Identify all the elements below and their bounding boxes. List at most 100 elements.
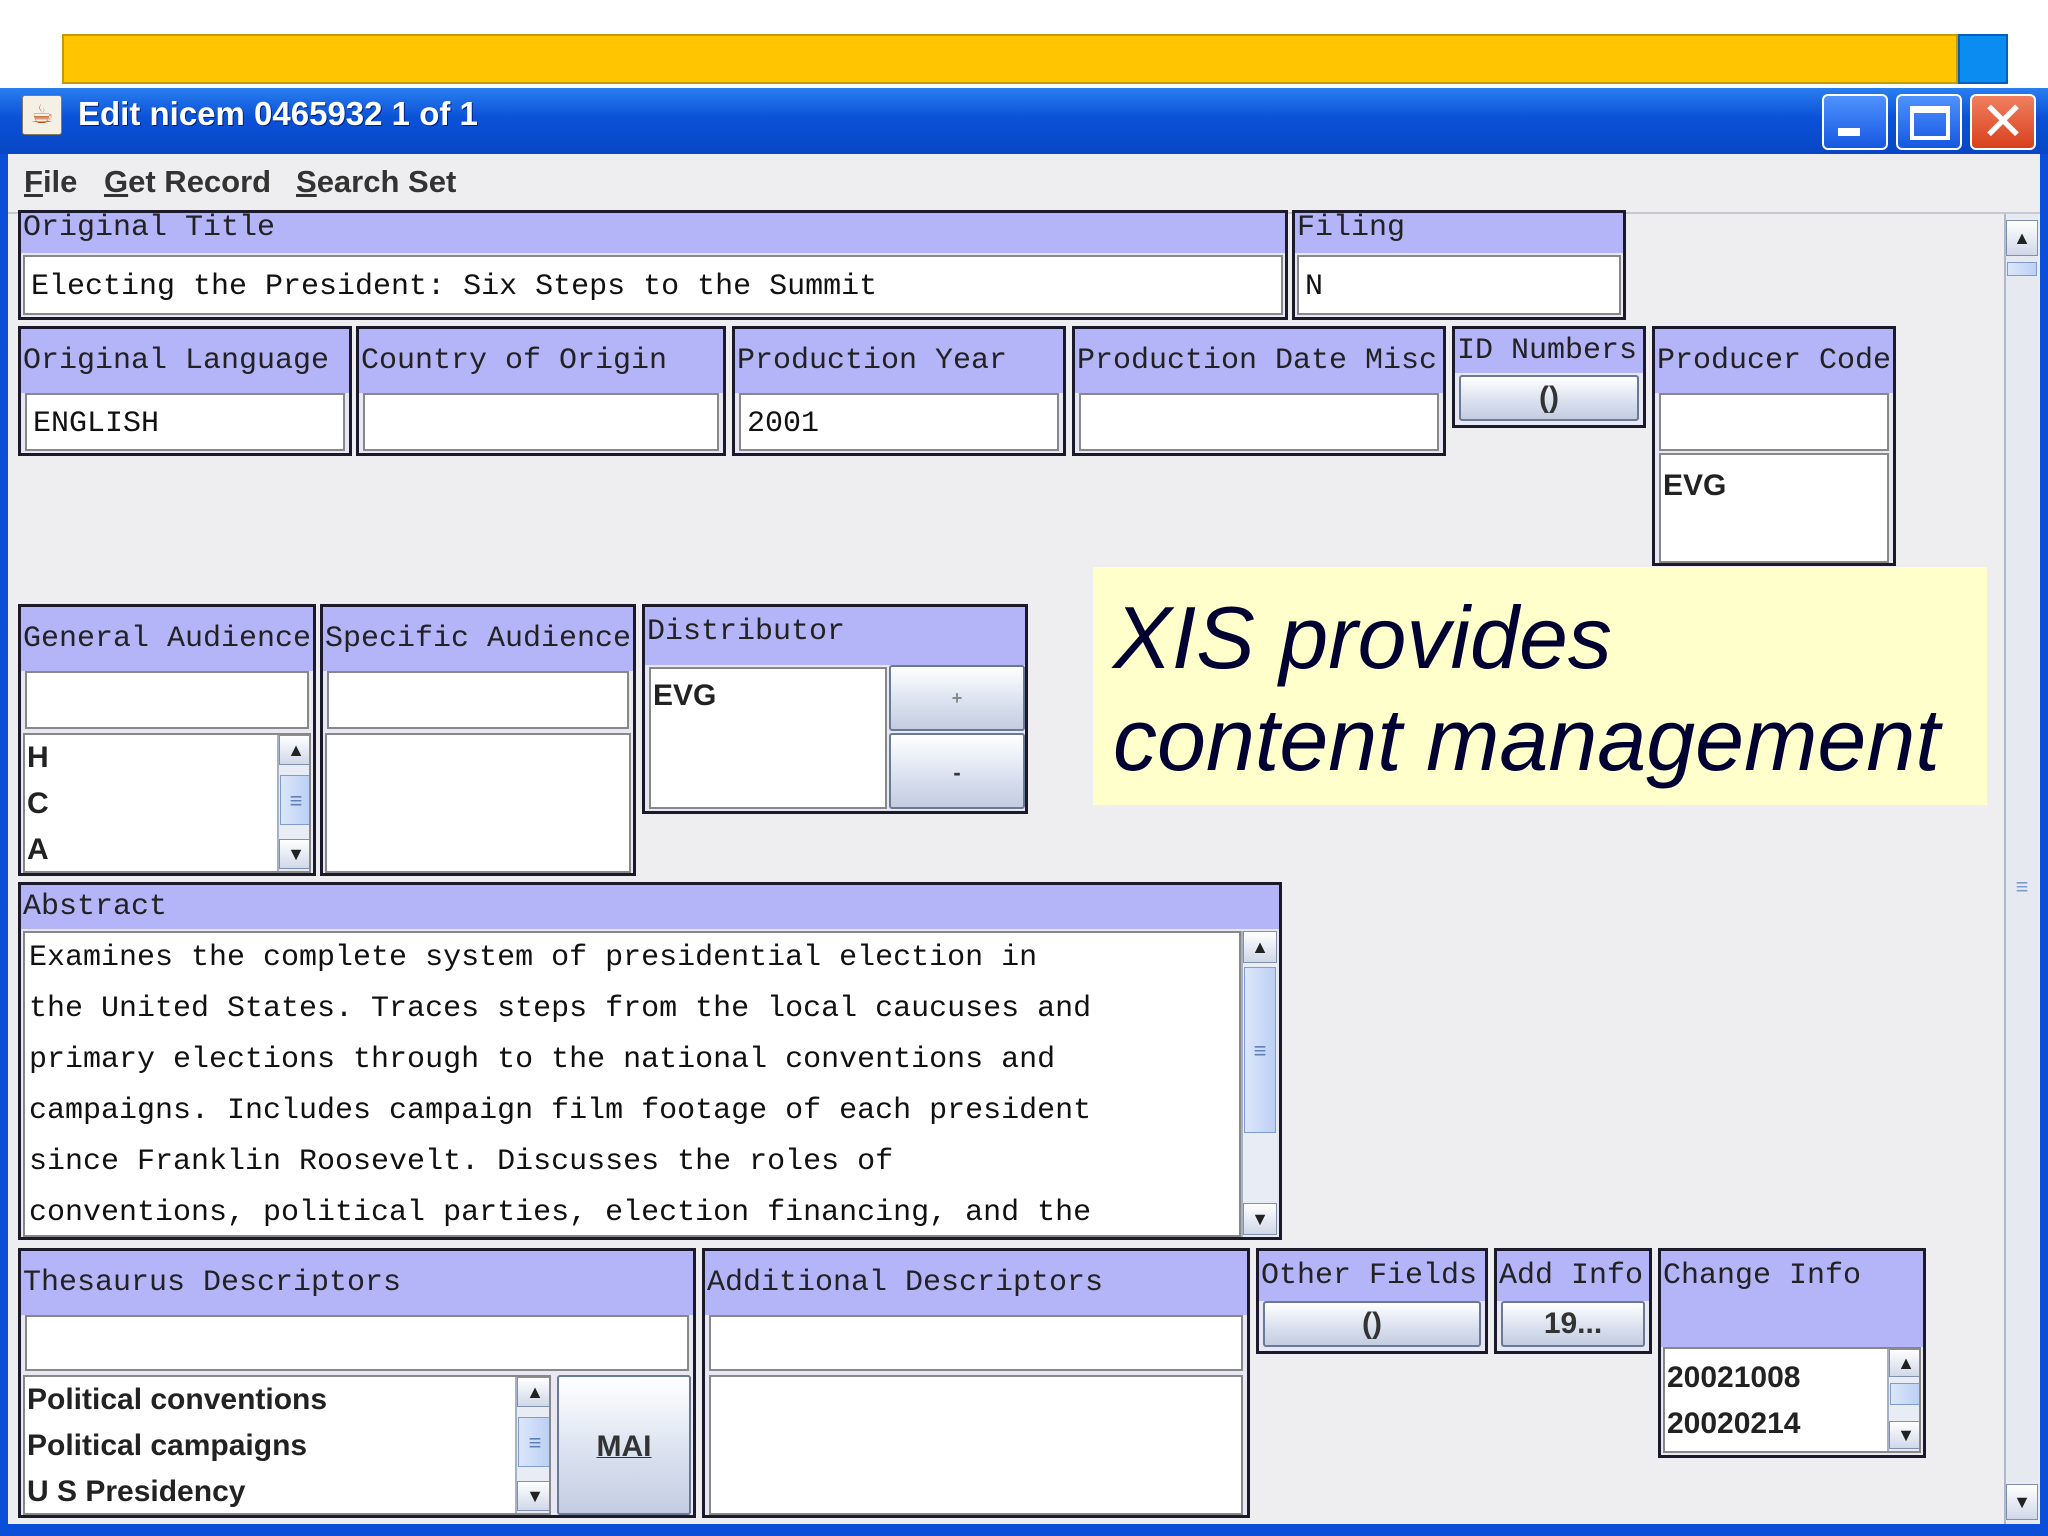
change-info-label: Change Info xyxy=(1661,1251,1923,1347)
scroll-up-arrow-icon[interactable]: ▲ xyxy=(2006,220,2038,256)
original-title-field: Original Title Electing the President: S… xyxy=(18,210,1288,320)
list-item[interactable]: 20021008 xyxy=(1665,1355,1919,1401)
window-bottom-border xyxy=(0,1524,2048,1536)
additional-descriptors-label: Additional Descriptors xyxy=(705,1251,1247,1315)
production-date-misc-label: Production Date Misc xyxy=(1075,329,1443,393)
abstract-field: Abstract Examines the complete system of… xyxy=(18,882,1282,1240)
list-item[interactable]: EVG xyxy=(651,673,885,719)
production-year-label: Production Year xyxy=(735,329,1063,393)
scroll-down-arrow-icon[interactable]: ▼ xyxy=(1889,1421,1919,1449)
original-title-input[interactable]: Electing the President: Six Steps to the… xyxy=(23,255,1283,315)
list-item[interactable]: C xyxy=(25,781,309,827)
country-of-origin-input[interactable] xyxy=(363,393,719,451)
list-item[interactable]: 20020214 xyxy=(1665,1401,1919,1447)
abstract-scrollbar[interactable]: ▲ ≡ ▼ xyxy=(1241,931,1277,1237)
thesaurus-descriptors-input[interactable] xyxy=(25,1315,689,1371)
additional-descriptors-list[interactable] xyxy=(709,1375,1243,1515)
general-audience-label: General Audience xyxy=(21,607,313,671)
id-numbers-field: ID Numbers () xyxy=(1452,326,1646,428)
scroll-down-arrow-icon[interactable]: ▼ xyxy=(279,839,309,869)
thesaurus-descriptors-list[interactable]: Political conventions Political campaign… xyxy=(23,1375,551,1515)
scroll-grip-icon: ≡ xyxy=(2015,874,2029,899)
menu-get-record[interactable]: Get Record xyxy=(104,160,271,204)
scroll-thumb[interactable]: ≡ xyxy=(280,775,309,825)
scroll-thumb[interactable]: ≡ xyxy=(1244,967,1276,1133)
scroll-up-arrow-icon[interactable]: ▲ xyxy=(517,1377,549,1407)
list-item[interactable]: U S Presidency xyxy=(25,1469,549,1513)
country-of-origin-field: Country of Origin xyxy=(356,326,726,456)
scroll-down-arrow-icon[interactable]: ▼ xyxy=(2006,1484,2038,1520)
other-fields-field: Other Fields () xyxy=(1256,1248,1488,1354)
distributor-list[interactable]: EVG xyxy=(649,667,887,809)
original-language-label: Original Language xyxy=(21,329,349,393)
producer-code-label: Producer Code xyxy=(1655,329,1893,393)
specific-audience-label: Specific Audience xyxy=(323,607,633,671)
other-fields-button[interactable]: () xyxy=(1263,1301,1481,1347)
id-numbers-button[interactable]: () xyxy=(1459,375,1639,421)
abstract-line: conventions, political parties, election… xyxy=(29,1196,1092,1230)
change-info-scrollbar[interactable]: ▲ ▼ xyxy=(1887,1349,1919,1451)
list-item[interactable]: A xyxy=(25,827,309,871)
additional-descriptors-field: Additional Descriptors xyxy=(702,1248,1250,1518)
scroll-up-arrow-icon[interactable]: ▲ xyxy=(279,735,309,765)
list-item[interactable]: Political campaigns xyxy=(25,1423,549,1469)
filing-label: Filing xyxy=(1295,213,1623,253)
scroll-down-arrow-icon[interactable]: ▼ xyxy=(1243,1203,1277,1235)
minimize-icon xyxy=(1838,128,1860,136)
scroll-thumb[interactable] xyxy=(1890,1383,1919,1405)
close-button[interactable]: ✕ xyxy=(1970,94,2036,150)
list-item[interactable]: H xyxy=(25,735,309,781)
id-numbers-label: ID Numbers xyxy=(1455,329,1643,373)
specific-audience-field: Specific Audience xyxy=(320,604,636,876)
close-icon: ✕ xyxy=(1980,90,2026,153)
abstract-line: primary elections through to the nationa… xyxy=(29,1043,1056,1077)
production-date-misc-input[interactable] xyxy=(1079,393,1439,451)
scroll-up-arrow-icon[interactable]: ▲ xyxy=(1889,1349,1919,1377)
original-language-input[interactable]: ENGLISH xyxy=(25,393,345,451)
maximize-button[interactable] xyxy=(1896,94,1962,150)
menu-file[interactable]: File xyxy=(24,160,77,204)
mai-button[interactable]: MAI xyxy=(557,1375,691,1515)
scroll-up-arrow-icon[interactable]: ▲ xyxy=(1243,931,1277,963)
filing-input[interactable]: N xyxy=(1297,255,1621,315)
add-info-field: Add Info 19... xyxy=(1494,1248,1652,1354)
abstract-textarea[interactable]: Examines the complete system of presiden… xyxy=(23,931,1241,1237)
callout-line-2: content management xyxy=(1113,690,1940,789)
distributor-label: Distributor xyxy=(645,607,1025,665)
additional-descriptors-input[interactable] xyxy=(709,1315,1243,1371)
callout-box: XIS provides content management xyxy=(1093,567,1987,805)
general-audience-list[interactable]: H C A ▲ ≡ ▼ xyxy=(23,733,311,873)
slide-header-square xyxy=(1958,34,2008,84)
maximize-icon xyxy=(1910,106,1950,140)
window-title: Edit nicem 0465932 1 of 1 xyxy=(78,95,478,132)
production-year-field: Production Year 2001 xyxy=(732,326,1066,456)
abstract-label: Abstract xyxy=(21,885,1279,929)
java-app-icon[interactable]: ☕ xyxy=(22,95,62,135)
scroll-down-arrow-icon[interactable]: ▼ xyxy=(517,1481,549,1511)
producer-code-list[interactable]: EVG xyxy=(1659,453,1889,563)
abstract-line: the United States. Traces steps from the… xyxy=(29,992,1092,1026)
producer-code-input[interactable] xyxy=(1659,393,1889,451)
production-date-misc-field: Production Date Misc xyxy=(1072,326,1446,456)
add-info-button[interactable]: 19... xyxy=(1501,1301,1645,1347)
general-audience-scrollbar[interactable]: ▲ ≡ ▼ xyxy=(277,735,309,871)
callout-line-1: XIS provides xyxy=(1113,588,1612,687)
menu-search-set[interactable]: Search Set xyxy=(296,160,456,204)
production-year-input[interactable]: 2001 xyxy=(739,393,1059,451)
distributor-add-button[interactable]: + xyxy=(889,665,1025,731)
filing-field: Filing N xyxy=(1292,210,1626,320)
original-language-field: Original Language ENGLISH xyxy=(18,326,352,456)
list-item[interactable]: EVG xyxy=(1661,463,1887,509)
specific-audience-input[interactable] xyxy=(327,671,629,729)
minimize-button[interactable] xyxy=(1822,94,1888,150)
scroll-thumb[interactable] xyxy=(2007,262,2037,276)
thesaurus-descriptors-field: Thesaurus Descriptors Political conventi… xyxy=(18,1248,696,1518)
change-info-list[interactable]: 20021008 20020214 ▲ ▼ xyxy=(1663,1347,1921,1453)
scroll-thumb[interactable]: ≡ xyxy=(518,1417,549,1467)
list-item[interactable]: Political conventions xyxy=(25,1377,549,1423)
main-scrollbar[interactable]: ▲ ≡ ▼ xyxy=(2004,214,2038,1524)
specific-audience-list[interactable] xyxy=(325,733,631,873)
general-audience-input[interactable] xyxy=(25,671,309,729)
thesaurus-scrollbar[interactable]: ▲ ≡ ▼ xyxy=(515,1377,549,1513)
distributor-remove-button[interactable]: - xyxy=(889,733,1025,809)
